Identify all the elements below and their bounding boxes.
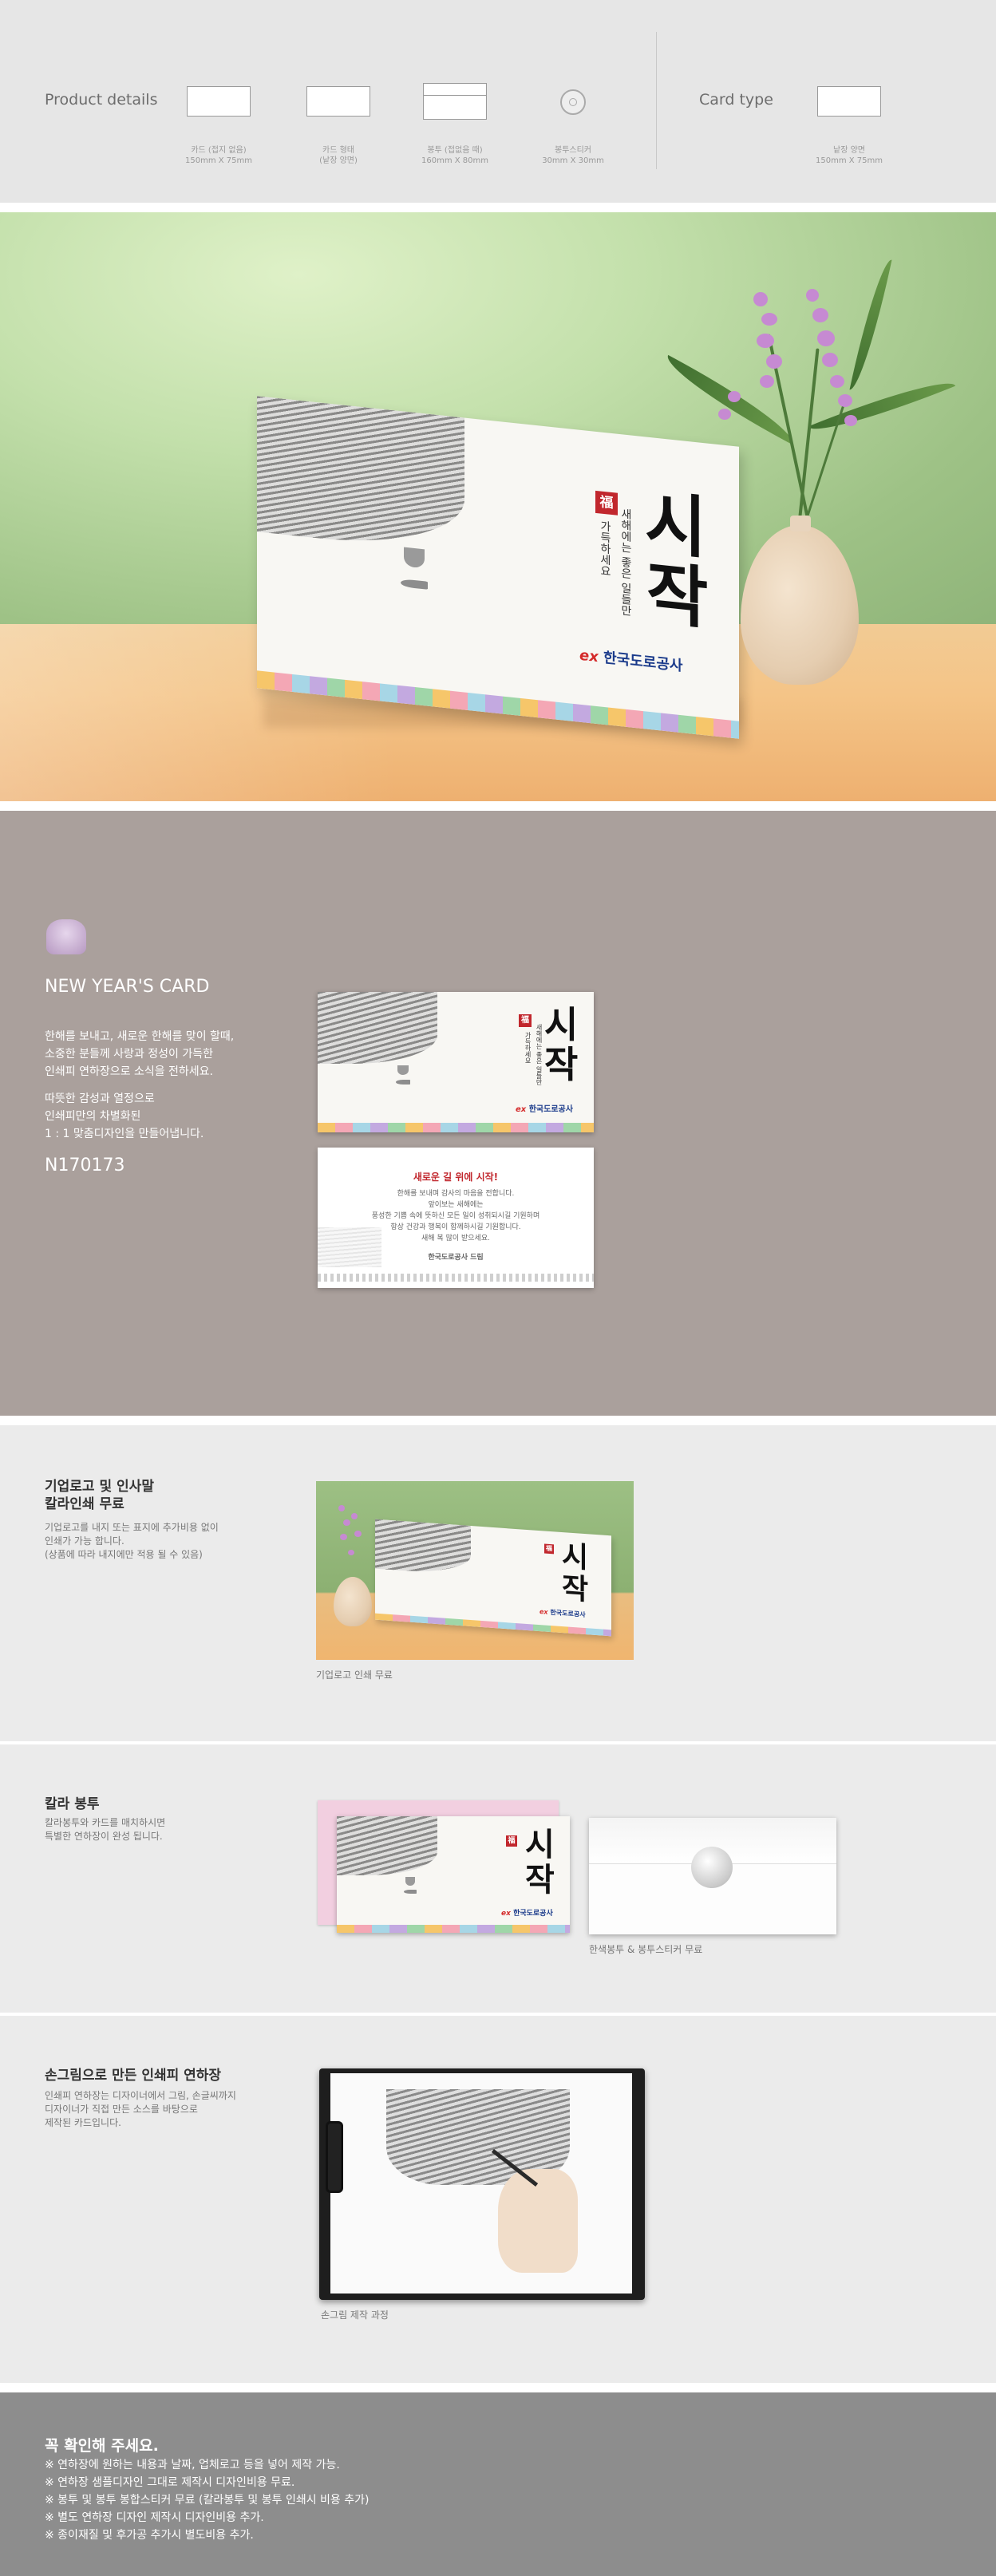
card-flat-icon bbox=[187, 86, 251, 117]
white-envelope bbox=[589, 1818, 836, 1934]
hero-card: 福 새해에는 좋은 일들만 가득하세요 시 작 ex 한국도로공사 bbox=[257, 396, 739, 739]
notice-item: ※ 별도 연하장 디자인 제작시 디자인비용 추가. bbox=[45, 2511, 264, 2524]
spec-caption-2: 카드 형태 (낱장 양면) bbox=[319, 146, 358, 165]
card-big-char-2: 작 bbox=[646, 552, 709, 638]
hand-illustration bbox=[498, 2169, 578, 2273]
hand-drawn-caption: 손그림 제작 과정 bbox=[321, 2309, 389, 2321]
logo-print-caption: 기업로고 인쇄 무료 bbox=[316, 1669, 393, 1681]
product-details-section: Product details 카드 (접지 없음) 150mm X 75mm … bbox=[0, 0, 996, 203]
inside-line: 풍성한 기쁨 속에 뜻하신 모든 일이 성취되시길 기원하며 bbox=[371, 1212, 540, 1220]
envelope-sticker bbox=[691, 1847, 733, 1888]
intro-paragraph: 한해를 보내고, 새로운 한해를 맞이 할때, 소중한 분들께 사랑과 정성이 … bbox=[45, 1030, 235, 1078]
logo-print-desc: 기업로고를 내지 또는 표지에 추가비용 없이 인쇄가 가능 합니다. (상품에… bbox=[45, 1522, 219, 1560]
card-type-caption: 낱장 양면 150mm X 75mm bbox=[816, 146, 883, 165]
card-message-1: 새해에는 좋은 일들만 bbox=[619, 507, 632, 617]
seal-stamp: 福 bbox=[595, 490, 618, 516]
hero-photo: 福 새해에는 좋은 일들만 가득하세요 시 작 ex 한국도로공사 bbox=[0, 212, 996, 801]
fish-ornament bbox=[401, 579, 428, 590]
divider bbox=[656, 32, 657, 169]
envelope-desc: 칼라봉투와 카드를 매치하시면 특별한 연하장이 완성 됩니다. bbox=[45, 1817, 166, 1842]
spec-caption-3: 봉투 (접없음 때) 160mm X 80mm bbox=[421, 146, 488, 165]
notice-item: ※ 연하장에 원하는 내용과 날짜, 업체로고 등을 넣어 제작 가능. bbox=[45, 2459, 340, 2471]
notice-item: ※ 연하장 샘플디자인 그대로 제작시 디자인비용 무료. bbox=[45, 2476, 295, 2489]
inside-line: 새해 복 많이 받으세요. bbox=[421, 1235, 490, 1243]
inside-title: 새로운 길 위에 시작! bbox=[413, 1171, 499, 1183]
roof-illustration bbox=[257, 396, 464, 554]
product-code: N170173 bbox=[45, 1156, 125, 1175]
logo-photo: 福 시 작 ex 한국도로공사 bbox=[316, 1481, 634, 1660]
product-details-heading: Product details bbox=[45, 91, 158, 109]
card-type-icon bbox=[817, 86, 881, 117]
inside-line: 항상 건강과 행복이 함께하시길 기원합니다. bbox=[390, 1223, 521, 1231]
inside-line: 한해를 보내며 감사의 마음을 전합니다. bbox=[397, 1190, 515, 1198]
hand-drawn-title: 손그림으로 만든 인쇄피 연하장 bbox=[45, 2068, 222, 2084]
sticker-icon bbox=[560, 89, 586, 115]
clipboard-photo bbox=[319, 2068, 645, 2300]
hand-drawn-desc: 인쇄피 연하장는 디자이너에서 그림, 손글씨까지 디자이너가 직접 만든 소스… bbox=[45, 2090, 236, 2128]
notice-title: 꼭 확인해 주세요. bbox=[45, 2437, 159, 2455]
bell-illustration bbox=[404, 547, 425, 569]
envelope-icon bbox=[423, 83, 487, 120]
inside-line: 앞이보는 새해에는 bbox=[428, 1201, 484, 1209]
clip bbox=[326, 2121, 343, 2193]
spec-caption-1: 카드 (접지 없음) 150mm X 75mm bbox=[185, 146, 252, 165]
company-logo: ex 한국도로공사 bbox=[579, 646, 683, 675]
envelope-caption: 한색봉투 & 봉투스티커 무료 bbox=[589, 1944, 703, 1955]
inside-signature: 한국도로공사 드림 bbox=[428, 1254, 484, 1262]
notice-item: ※ 종이재질 및 후가공 추가시 별도비용 추가. bbox=[45, 2529, 254, 2542]
gift-wrap-icon bbox=[46, 919, 86, 954]
notice-item: ※ 봉투 및 봉투 봉합스티커 무료 (칼라봉투 및 봉투 인쇄시 비용 추가) bbox=[45, 2494, 370, 2507]
new-year-title: NEW YEAR'S CARD bbox=[45, 977, 210, 997]
card-form-icon bbox=[306, 86, 370, 117]
envelope-card: 福 시 작 ex 한국도로공사 bbox=[337, 1816, 570, 1933]
envelope-title: 칼라 봉투 bbox=[45, 1796, 100, 1812]
logo-print-title: 기업로고 및 인사말 칼라인쇄 무료 bbox=[45, 1479, 154, 1512]
card-message-2: 가득하세요 bbox=[599, 520, 611, 577]
design-paragraph: 따뜻한 감성과 열정으로 인쇄피만의 차별화된 1 : 1 맞춤디자인을 만들어… bbox=[45, 1092, 204, 1140]
spec-caption-4: 봉투스티커 30mm X 30mm bbox=[542, 146, 604, 165]
card-type-heading: Card type bbox=[699, 91, 773, 109]
card-front: 福 새해에는 좋은 일들만 가득하세요 시 작 ex 한국도로공사 bbox=[318, 992, 594, 1132]
